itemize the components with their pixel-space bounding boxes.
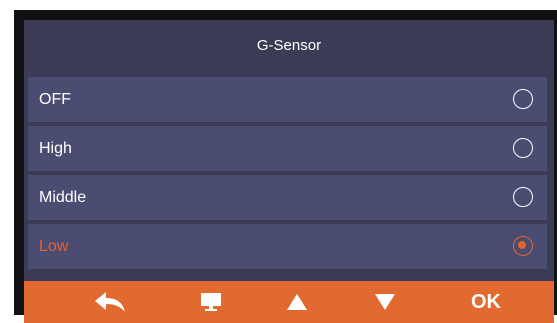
monitor-icon — [201, 293, 221, 311]
down-button[interactable] — [360, 281, 410, 323]
back-button[interactable] — [86, 281, 136, 323]
option-label: OFF — [39, 91, 71, 108]
menu-title: G-Sensor — [256, 37, 322, 54]
screen: G-Sensor OFF High Middle Low OK — [14, 10, 557, 323]
settings-panel: G-Sensor OFF High Middle Low — [24, 20, 554, 282]
option-high[interactable]: High — [28, 126, 547, 171]
bottom-toolbar: OK — [24, 281, 554, 323]
radio-button-icon[interactable] — [513, 187, 533, 207]
radio-button-selected-icon[interactable] — [513, 236, 533, 256]
display-button[interactable] — [186, 281, 236, 323]
up-arrow-icon — [287, 294, 307, 310]
option-label: Middle — [39, 189, 87, 206]
option-middle[interactable]: Middle — [28, 175, 547, 220]
option-off[interactable]: OFF — [28, 77, 547, 122]
option-label: Low — [39, 238, 69, 255]
ok-button[interactable]: OK — [456, 281, 516, 323]
radio-button-icon[interactable] — [513, 89, 533, 109]
down-arrow-icon — [375, 294, 395, 310]
back-icon — [95, 292, 125, 312]
option-label: High — [39, 140, 72, 157]
up-button[interactable] — [272, 281, 322, 323]
option-low[interactable]: Low — [28, 224, 547, 269]
radio-button-icon[interactable] — [513, 138, 533, 158]
device-frame: G-Sensor OFF High Middle Low OK — [0, 0, 557, 323]
